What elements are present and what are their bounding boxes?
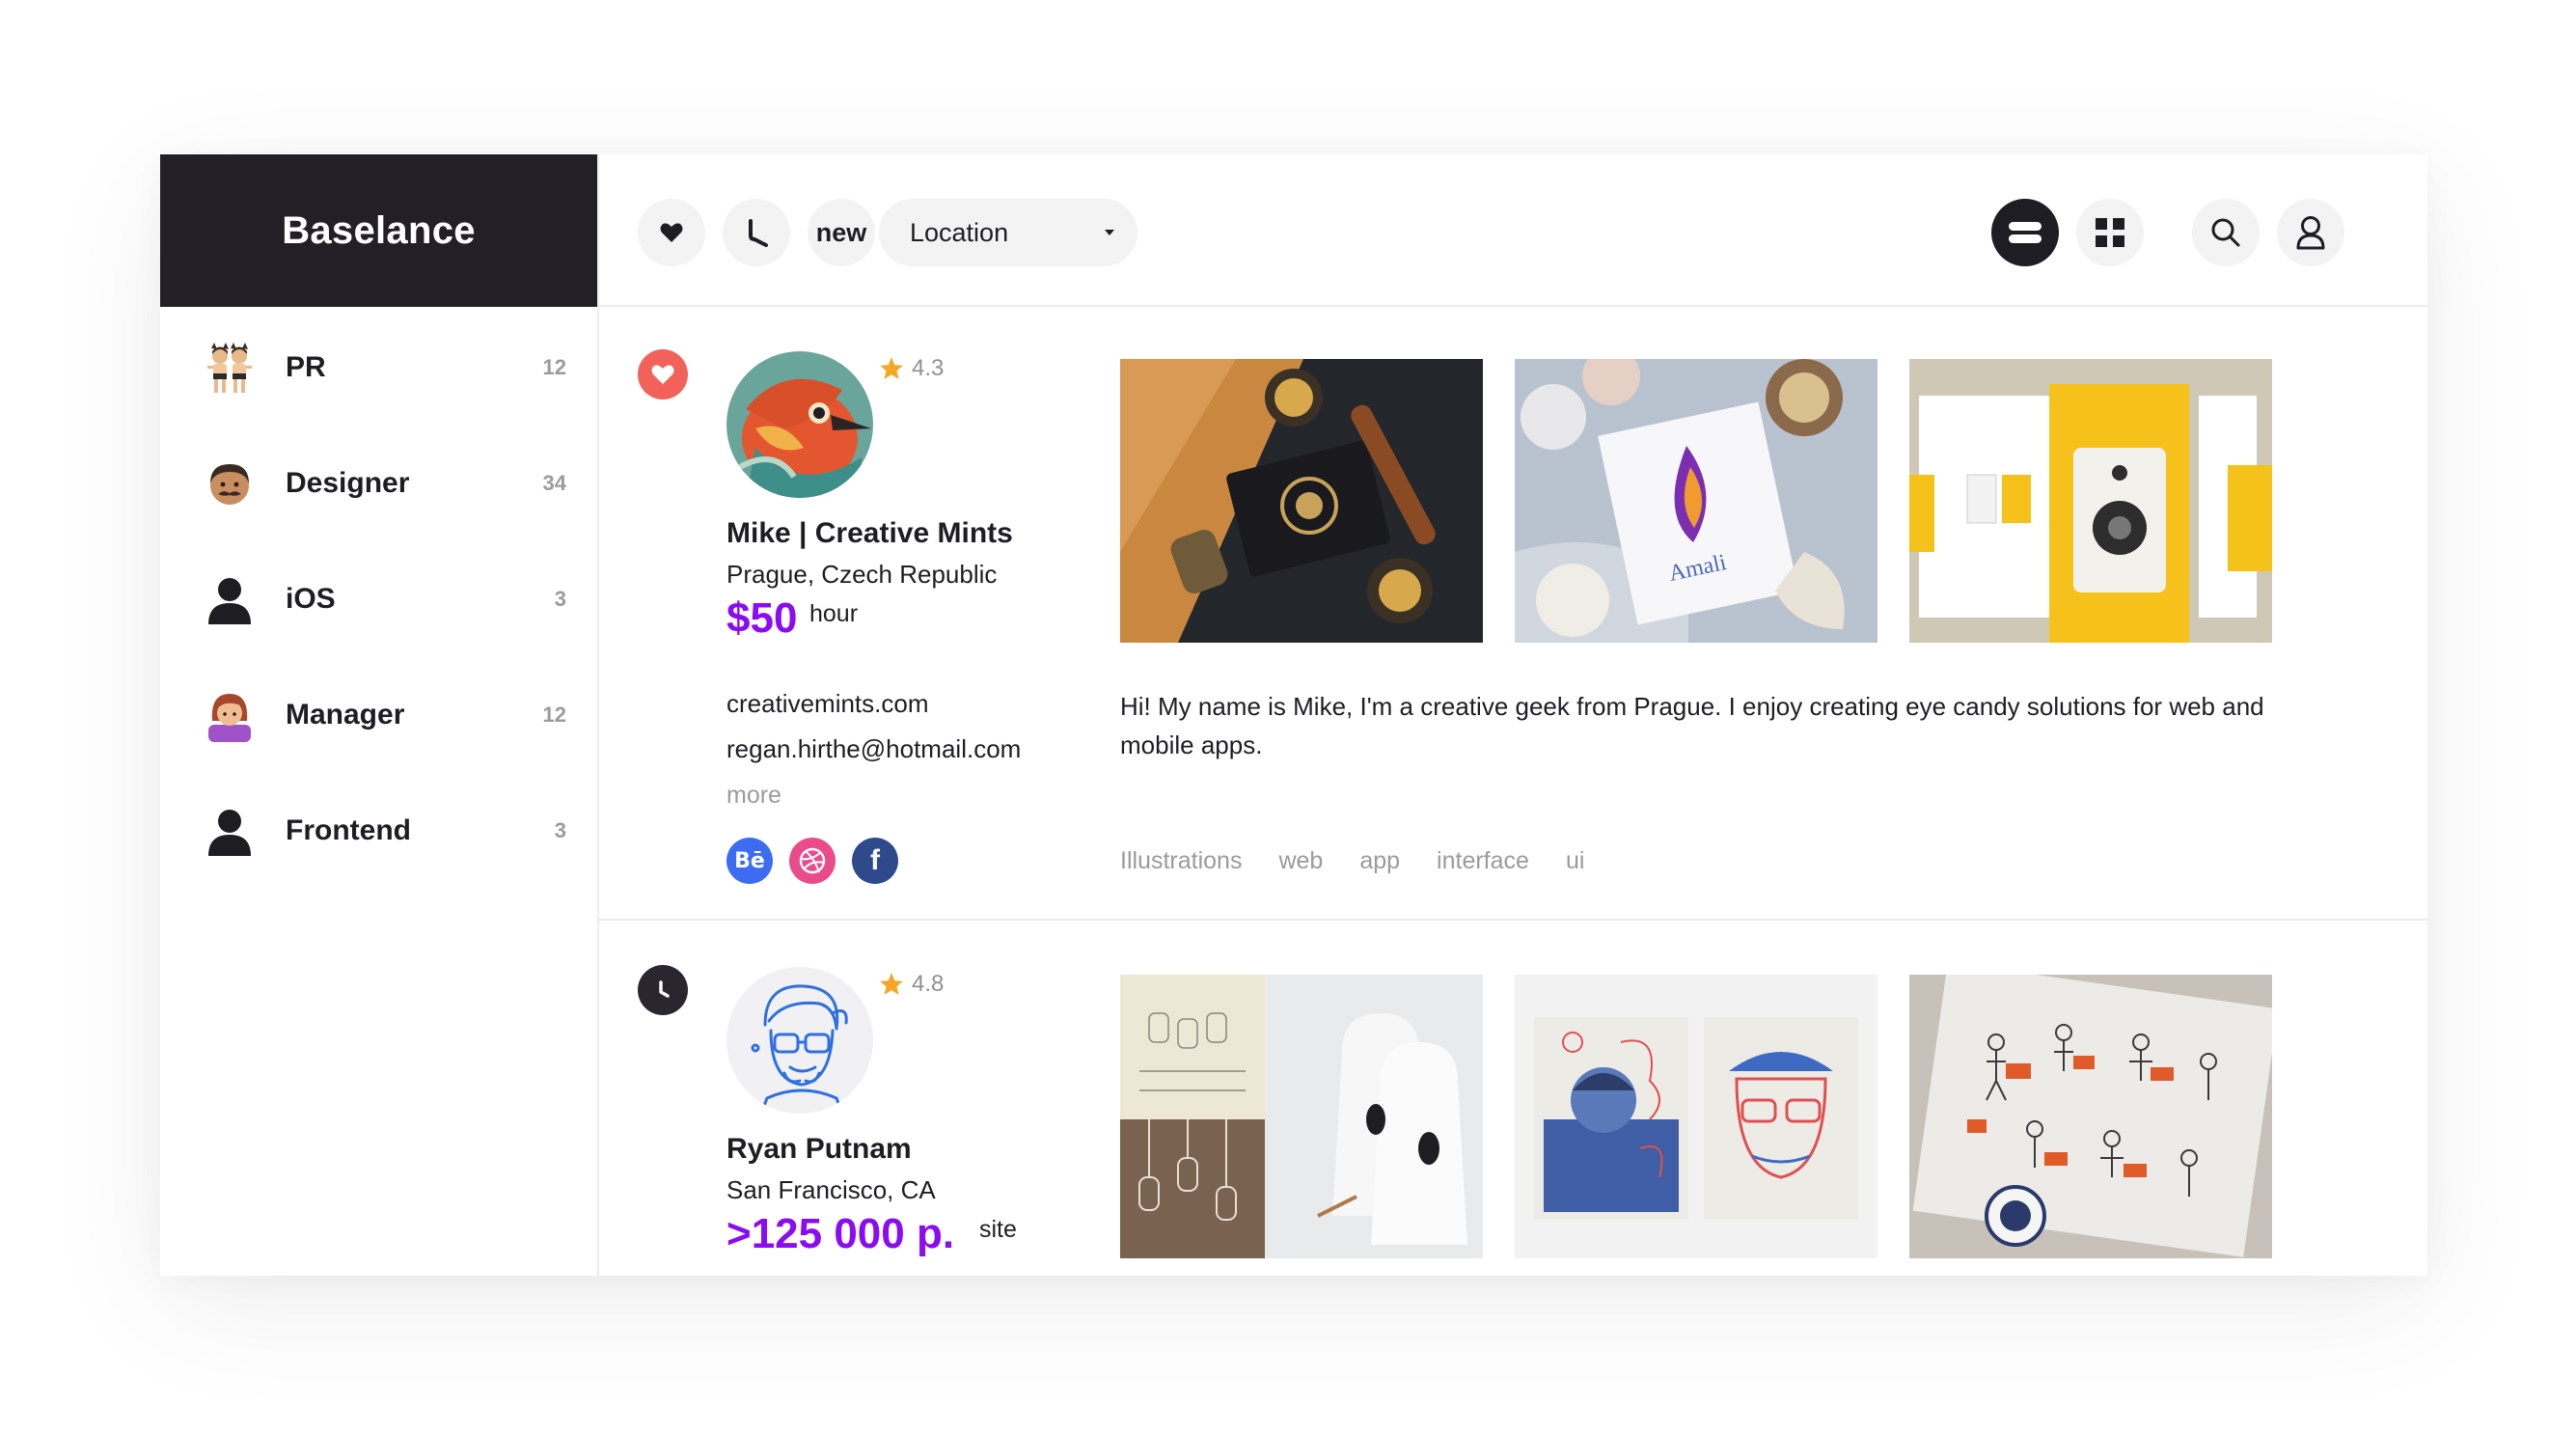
skill-tag[interactable]: app (1359, 847, 1400, 875)
man-mustache-emoji-icon (210, 464, 249, 505)
portfolio-thumbnail[interactable] (1120, 359, 1483, 643)
freelancer-price: >125 000 p. (726, 1210, 955, 1257)
dancers-emoji-icon (207, 343, 252, 393)
behance-icon: Bē (734, 848, 765, 873)
sidebar-item-label: PR (286, 351, 326, 383)
woman-emoji-icon (208, 694, 251, 742)
sidebar-item-count: 34 (542, 471, 566, 495)
skill-tag[interactable]: Illustrations (1120, 847, 1242, 875)
heart-icon (660, 223, 683, 242)
more-link[interactable]: more (726, 782, 781, 810)
bird-illustration-avatar (726, 351, 873, 498)
line-portrait-avatar (726, 967, 873, 1114)
person-silhouette-icon (208, 810, 251, 856)
sidebar: Baselance PR 12 Designer 34 iOS 3 Manage… (160, 154, 599, 1276)
skill-tag[interactable]: interface (1437, 847, 1529, 875)
packaging-photo-image (1120, 359, 1483, 643)
profile-button[interactable] (2277, 199, 2344, 266)
sidebar-item-count: 3 (554, 818, 566, 842)
grid-view-button[interactable] (2076, 199, 2144, 266)
portfolio-thumbnail[interactable] (1120, 975, 1483, 1258)
portfolio-thumbnail[interactable] (1515, 975, 1877, 1258)
rating-value: 4.3 (912, 355, 945, 381)
avatar[interactable] (726, 351, 873, 498)
brand-header[interactable]: Baselance (160, 154, 597, 307)
recent-filter-button[interactable] (723, 199, 790, 266)
sidebar-item-label: Designer (286, 467, 410, 499)
freelancer-name[interactable]: Ryan Putnam (726, 1133, 912, 1166)
rating: 4.3 (879, 355, 944, 382)
app-title: Baselance (282, 208, 476, 252)
portfolio-thumbnail[interactable] (1909, 975, 2272, 1258)
facebook-button[interactable]: f (852, 838, 898, 884)
clock-icon (749, 219, 768, 247)
sidebar-item-count: 12 (542, 703, 566, 727)
clock-icon (659, 980, 670, 998)
star-icon (880, 357, 903, 379)
heart-icon (651, 365, 674, 384)
portfolio-thumbnail[interactable]: Amali (1515, 359, 1877, 643)
sidebar-item-designer[interactable]: Designer 34 (160, 445, 599, 522)
ceramic-lamps-photo-image (1120, 975, 1483, 1258)
search-icon (2211, 218, 2240, 247)
favorites-filter-button[interactable] (638, 199, 705, 266)
dribbble-icon (799, 847, 826, 874)
characters-print-image (1909, 975, 2272, 1258)
freelancer-location: San Francisco, CA (726, 1175, 936, 1204)
freelancer-name[interactable]: Mike | Creative Mints (726, 517, 1013, 550)
recent-indicator[interactable] (638, 965, 688, 1015)
sidebar-item-label: Manager (286, 699, 405, 730)
dribbble-button[interactable] (789, 838, 836, 884)
freelancer-card: 4.8 Ryan Putnam San Francisco, CA >125 0… (599, 923, 2427, 1276)
website-link[interactable]: creativemints.com (726, 689, 929, 719)
list-view-button[interactable] (1991, 199, 2059, 266)
toolbar: new Location (599, 154, 2427, 307)
user-icon (2296, 216, 2325, 250)
freelancer-card: 4.3 Mike | Creative Mints Prague, Czech … (599, 307, 2427, 921)
grid-view-icon (2096, 218, 2124, 247)
avatar[interactable] (726, 967, 873, 1114)
sidebar-item-count: 12 (542, 355, 566, 379)
facebook-icon: f (870, 844, 880, 876)
sidebar-item-frontend[interactable]: Frontend 3 (160, 792, 599, 869)
star-icon (880, 973, 903, 995)
skill-tag[interactable]: ui (1566, 847, 1584, 875)
app-window: Baselance PR 12 Designer 34 iOS 3 Manage… (160, 154, 2427, 1276)
price-unit: hour (809, 600, 859, 627)
rating-value: 4.8 (912, 971, 945, 997)
caret-down-icon (1105, 230, 1114, 235)
location-select-value: Location (910, 217, 1009, 247)
search-button[interactable] (2192, 199, 2260, 266)
sidebar-item-pr[interactable]: PR 12 (160, 329, 599, 406)
sidebar-item-label: Frontend (286, 814, 411, 846)
speaker-app-screens-image (1909, 359, 2272, 643)
new-filter-label: new (815, 217, 867, 247)
location-select[interactable]: Location (879, 199, 1137, 266)
behance-button[interactable]: Bē (726, 838, 773, 884)
portfolio-thumbnail[interactable] (1909, 359, 2272, 643)
sidebar-item-ios[interactable]: iOS 3 (160, 561, 599, 638)
skill-tag[interactable]: web (1278, 847, 1323, 875)
list-view-icon (2009, 222, 2042, 243)
new-filter-button[interactable]: new (808, 199, 875, 266)
freelancer-location: Prague, Czech Republic (726, 560, 998, 589)
email-link[interactable]: regan.hirthe@hotmail.com (726, 734, 1021, 764)
amali-box-photo-image: Amali (1515, 359, 1877, 643)
portrait-illustrations-image (1515, 975, 1877, 1258)
freelancer-bio: Hi! My name is Mike, I'm a creative geek… (1120, 692, 2264, 759)
rating: 4.8 (879, 971, 944, 998)
sidebar-item-label: iOS (286, 583, 336, 615)
freelancer-price: $50 (726, 594, 798, 642)
sidebar-item-count: 3 (554, 587, 566, 611)
person-silhouette-icon (208, 578, 251, 624)
favorite-toggle[interactable] (638, 349, 688, 400)
sidebar-item-manager[interactable]: Manager 12 (160, 676, 599, 754)
price-unit: site (979, 1216, 1017, 1243)
skill-tags: Illustrations web app interface ui (1120, 847, 1621, 875)
